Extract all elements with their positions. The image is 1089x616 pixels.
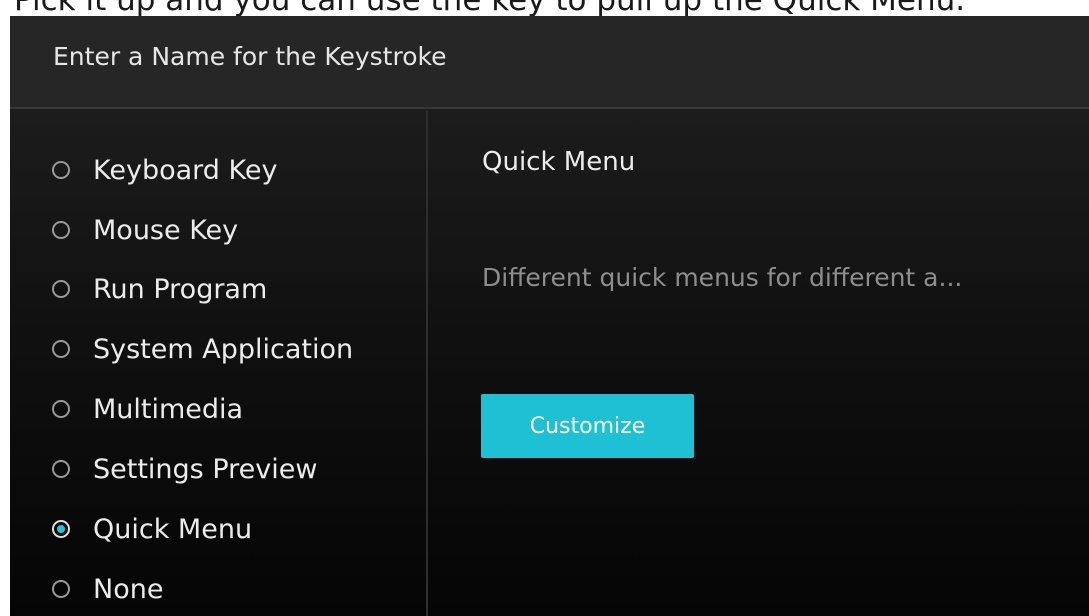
detail-description: Different quick menus for different a... bbox=[482, 263, 963, 292]
option-keyboard-key[interactable]: Keyboard Key bbox=[52, 150, 277, 190]
option-run-program[interactable]: Run Program bbox=[52, 269, 267, 309]
radio-icon[interactable] bbox=[52, 400, 70, 418]
option-list: Keyboard Key Mouse Key Run Program Syste… bbox=[10, 111, 426, 616]
option-label: Run Program bbox=[93, 273, 268, 305]
dialog-title: Enter a Name for the Keystroke bbox=[53, 42, 447, 71]
dialog-header: Enter a Name for the Keystroke bbox=[10, 16, 1089, 109]
radio-icon[interactable] bbox=[52, 580, 70, 598]
option-label: Quick Menu bbox=[93, 513, 253, 545]
option-quick-menu[interactable]: Quick Menu bbox=[52, 509, 252, 549]
radio-icon[interactable] bbox=[52, 340, 70, 358]
option-label: Keyboard Key bbox=[93, 154, 278, 186]
detail-panel: Quick Menu Different quick menus for dif… bbox=[428, 111, 1089, 616]
option-none[interactable]: None bbox=[52, 569, 163, 609]
option-label: System Application bbox=[93, 333, 354, 365]
detail-title: Quick Menu bbox=[482, 147, 636, 177]
option-label: None bbox=[93, 573, 164, 605]
keystroke-dialog: Enter a Name for the Keystroke Keyboard … bbox=[10, 16, 1089, 616]
radio-icon[interactable] bbox=[52, 221, 70, 239]
radio-icon[interactable] bbox=[52, 460, 70, 478]
option-multimedia[interactable]: Multimedia bbox=[52, 389, 243, 429]
radio-checked-icon[interactable] bbox=[52, 520, 70, 538]
option-label: Mouse Key bbox=[93, 214, 239, 246]
radio-icon[interactable] bbox=[52, 280, 70, 298]
option-settings-preview[interactable]: Settings Preview bbox=[52, 449, 317, 489]
radio-icon[interactable] bbox=[52, 161, 70, 179]
option-label: Multimedia bbox=[93, 393, 244, 425]
option-mouse-key[interactable]: Mouse Key bbox=[52, 210, 238, 250]
customize-button[interactable]: Customize bbox=[481, 394, 694, 458]
option-system-application[interactable]: System Application bbox=[52, 329, 353, 369]
option-label: Settings Preview bbox=[93, 453, 318, 485]
